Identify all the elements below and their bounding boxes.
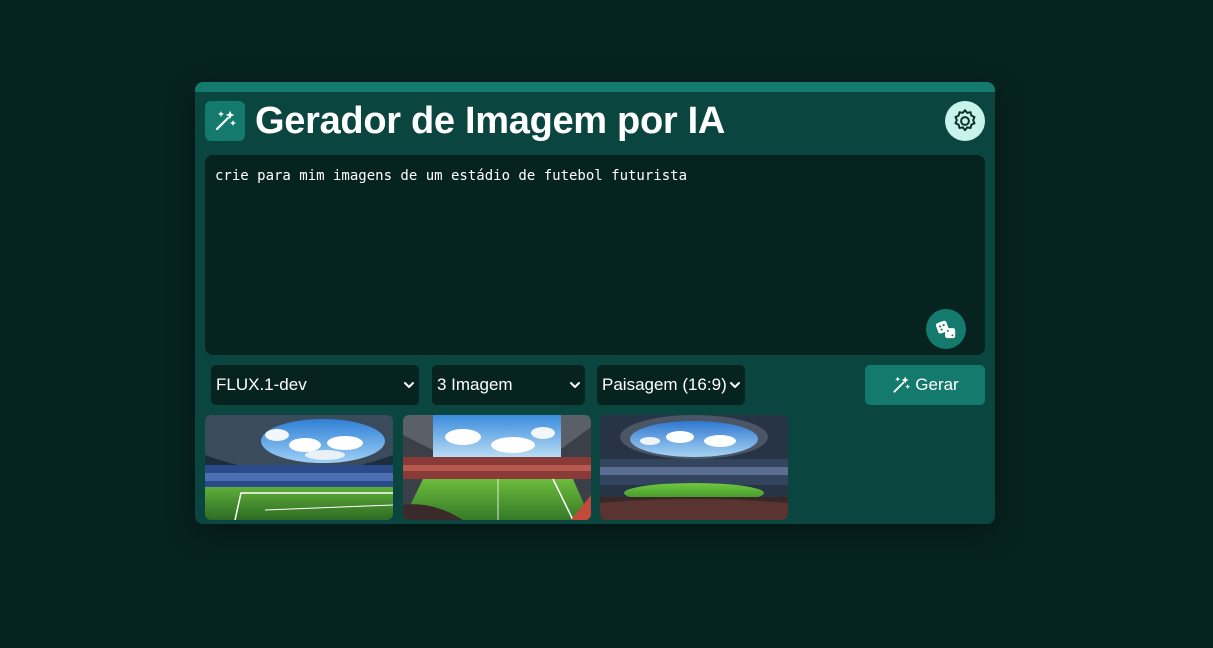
aspect-ratio-select[interactable]: Paisagem (16:9) (597, 365, 745, 405)
chevron-down-icon (730, 382, 740, 388)
generator-card: Gerador de Imagem por IA crie para mim i… (195, 82, 995, 524)
gear-icon (954, 109, 976, 132)
page-title: Gerador de Imagem por IA (255, 100, 726, 142)
generate-button[interactable]: Gerar (865, 365, 985, 405)
stadium-image (205, 415, 393, 520)
prompt-input[interactable]: crie para mim imagens de um estádio de f… (205, 155, 985, 355)
aspect-ratio-value: Paisagem (16:9) (602, 375, 727, 394)
result-image-2[interactable] (403, 415, 591, 520)
prompt-container: crie para mim imagens de um estádio de f… (205, 155, 985, 355)
model-select[interactable]: FLUX.1-dev (211, 365, 419, 405)
result-image-3[interactable] (600, 415, 788, 520)
result-image-1[interactable] (205, 415, 393, 520)
image-count-value: 3 Imagem (437, 375, 513, 394)
stadium-image (403, 415, 591, 520)
stadium-image (600, 415, 788, 520)
model-select-value: FLUX.1-dev (216, 375, 307, 394)
settings-button[interactable] (945, 101, 985, 141)
dice-icon (935, 320, 956, 339)
magic-wand-icon (893, 376, 911, 393)
chevron-down-icon (404, 382, 414, 388)
random-prompt-button[interactable] (926, 309, 966, 349)
image-count-select[interactable]: 3 Imagem (432, 365, 585, 405)
header: Gerador de Imagem por IA (205, 100, 985, 142)
magic-wand-icon (205, 101, 245, 141)
generate-button-label: Gerar (915, 375, 959, 394)
chevron-down-icon (570, 382, 580, 388)
